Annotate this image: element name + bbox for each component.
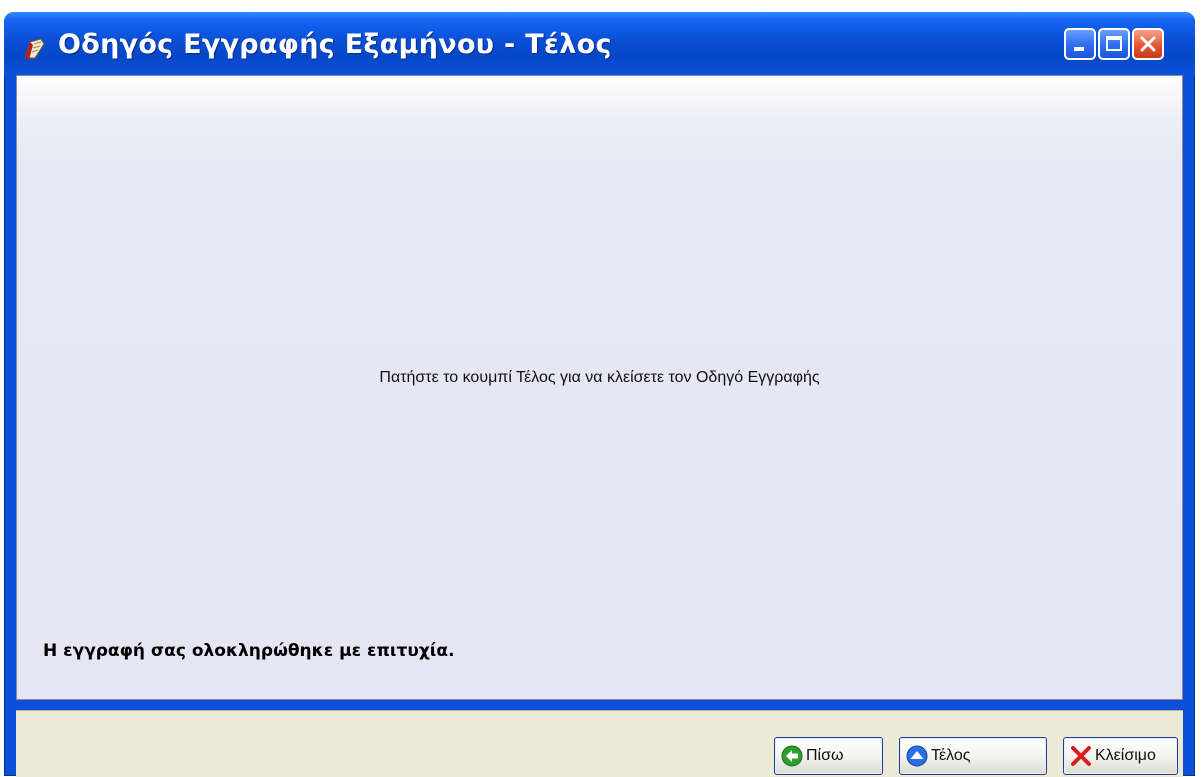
close-button[interactable]: Κλείσιμο xyxy=(1063,737,1178,775)
back-button[interactable]: Πίσω xyxy=(774,737,883,775)
finish-button[interactable]: Τέλος xyxy=(899,737,1047,775)
wizard-content: Πατήστε το κουμπί Τέλος για να κλείσετε … xyxy=(16,75,1183,700)
finish-label: Τέλος xyxy=(931,747,971,764)
window-title: Οδηγός Εγγραφής Εξαμήνου - Τέλος xyxy=(58,29,612,60)
instruction-text: Πατήστε το κουμπί Τέλος για να κλείσετε … xyxy=(379,369,820,386)
maximize-icon xyxy=(1106,36,1122,51)
close-window-button[interactable] xyxy=(1132,28,1164,60)
back-label: Πίσω xyxy=(806,747,844,764)
blue-up-arrow-icon xyxy=(906,745,928,767)
close-icon xyxy=(1140,36,1156,52)
wizard-window: Οδηγός Εγγραφής Εξαμήνου - Τέλος Πατήστε… xyxy=(4,12,1195,777)
red-x-icon xyxy=(1071,746,1091,766)
success-message: Η εγγραφή σας ολοκληρώθηκε με επιτυχία. xyxy=(43,641,455,661)
button-bar: Πίσω Τέλος Κλείσιμο xyxy=(16,710,1183,777)
app-icon xyxy=(24,38,45,60)
maximize-button[interactable] xyxy=(1098,28,1130,60)
title-bar[interactable]: Οδηγός Εγγραφής Εξαμήνου - Τέλος xyxy=(4,12,1195,75)
minimize-button[interactable] xyxy=(1064,28,1096,60)
minimize-icon xyxy=(1074,47,1084,51)
green-left-arrow-icon xyxy=(781,745,803,767)
close-label: Κλείσιμο xyxy=(1095,747,1156,764)
